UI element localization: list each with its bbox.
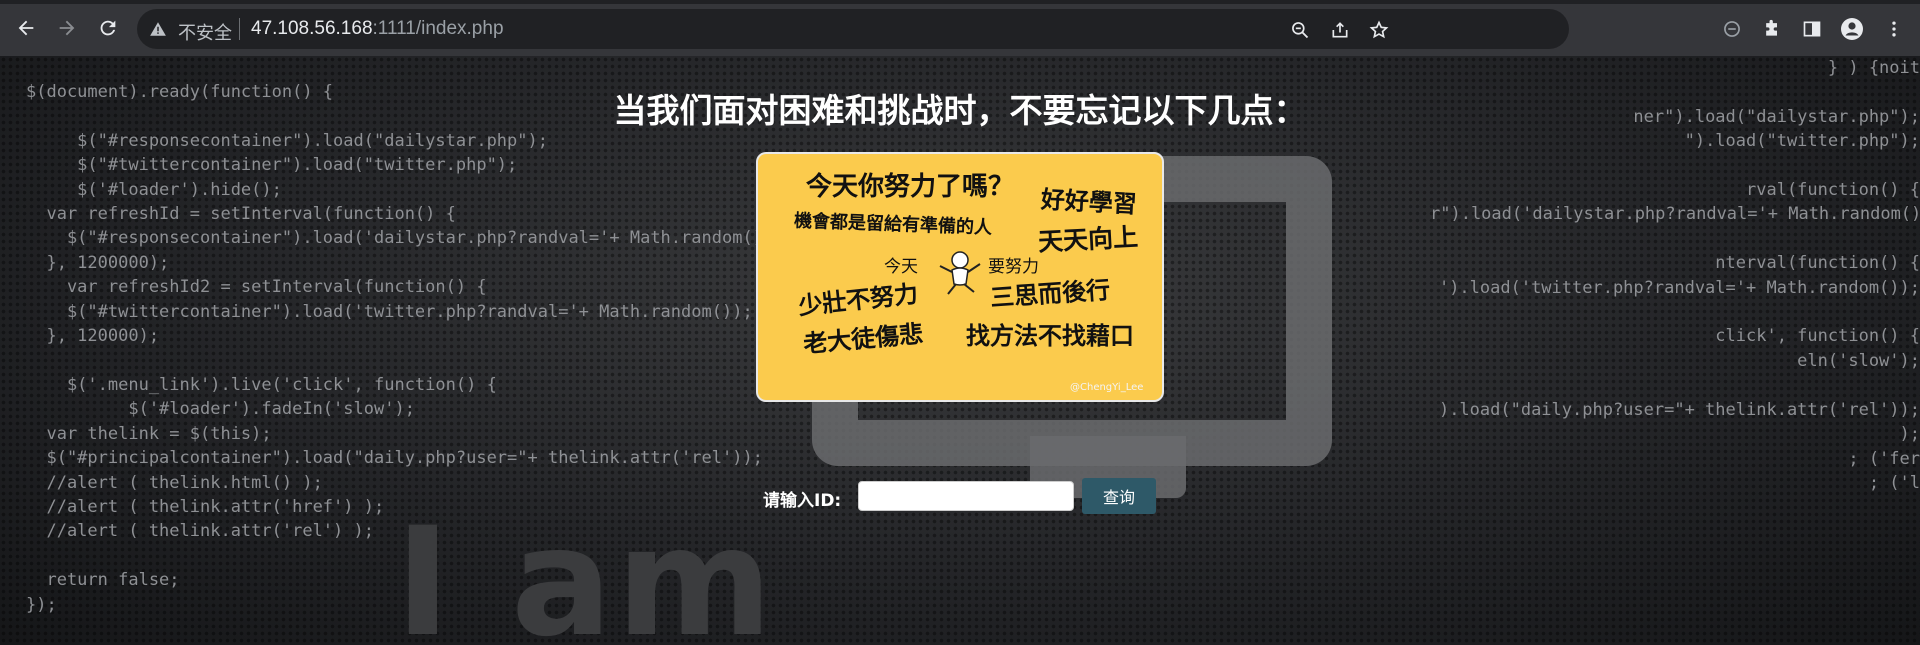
code-line: $("#responsecontainer").load("dailystar.…	[26, 130, 548, 151]
code-line: ; ('l	[1868, 472, 1920, 493]
code-line: var thelink = $(this);	[26, 423, 272, 444]
poster-line: 今天你努力了嗎？	[806, 172, 1015, 202]
browser-toolbar: 不安全 47.108.56.168:1111/index.php	[0, 0, 1920, 56]
query-button[interactable]: 查询	[1082, 478, 1156, 514]
code-line: $("#twittercontainer").load('twitter.php…	[26, 301, 753, 322]
code-line: ").load("twitter.php");	[1684, 131, 1920, 152]
code-line: $('#loader').fadeIn('slow');	[26, 399, 415, 420]
page-body: $(document).ready(function() { $("#respo…	[0, 56, 1920, 645]
poster-line: 少壯不努力	[797, 279, 920, 321]
poster-watermark: @ChengYi_Lee	[1070, 382, 1144, 393]
side-panel-icon[interactable]	[1800, 17, 1824, 41]
code-line: rval(function() {	[1746, 180, 1920, 201]
warning-triangle-icon[interactable]	[149, 20, 167, 42]
code-line: $('.menu_link').live('click', function()…	[26, 374, 497, 395]
code-line: eln('slow');	[1797, 350, 1920, 371]
code-line: $('#loader').hide();	[26, 179, 282, 200]
zoom-out-icon[interactable]	[1289, 19, 1311, 41]
poster-line: 老大徒傷悲	[802, 319, 925, 359]
page-title: 当我们面对困难和挑战时，不要忘记以下几点：	[613, 91, 1307, 130]
background-iam-text: I am	[395, 496, 777, 645]
url-host: 47.108.56.168	[251, 18, 373, 39]
poster-line: 天天向上	[1037, 222, 1139, 257]
code-line: $("#responsecontainer").load('dailystar.…	[26, 228, 784, 249]
code-line: $("#twittercontainer").load("twitter.php…	[26, 155, 518, 176]
poster-line: 要努力	[988, 257, 1039, 277]
poster-line: 機會都是留給有準備的人	[793, 210, 993, 239]
id-label: 请输入ID:	[763, 491, 842, 511]
star-icon[interactable]	[1368, 19, 1390, 41]
cartoon-figure-icon	[934, 250, 986, 302]
reload-icon[interactable]	[94, 14, 122, 42]
profile-avatar-icon[interactable]	[1840, 17, 1864, 41]
address-bar[interactable]: 不安全 47.108.56.168:1111/index.php	[137, 9, 1569, 49]
code-line: var refreshId2 = setInterval(function() …	[26, 277, 487, 298]
code-line: }, 120000);	[26, 326, 160, 347]
code-line: click', function() {	[1715, 326, 1920, 347]
poster-line: 三思而後行	[989, 275, 1112, 313]
id-input[interactable]	[858, 481, 1074, 511]
code-line: } ) {noit	[1827, 58, 1920, 78]
code-line: ).load("daily.php?user="+ thelink.attr('…	[1438, 399, 1920, 420]
share-icon[interactable]	[1329, 19, 1351, 41]
poster-line: 好好學習	[1040, 185, 1138, 219]
tab-strip	[0, 0, 1920, 4]
back-arrow-icon[interactable]	[12, 14, 40, 42]
code-line: r").load('dailystar.php?randval='+ Math.…	[1430, 204, 1920, 225]
code-line: $("#principalcontainer").load("daily.php…	[26, 448, 763, 469]
url-path: :1111/index.php	[372, 18, 504, 39]
code-line: }, 1200000);	[26, 252, 170, 273]
code-line: var refreshId = setInterval(function() {	[26, 204, 456, 225]
code-line: );	[1899, 424, 1920, 445]
puzzle-icon[interactable]	[1760, 17, 1784, 41]
circle-minus-icon[interactable]	[1720, 17, 1744, 41]
code-line: //alert ( thelink.html() );	[26, 472, 323, 493]
code-line: ').load('twitter.php?randval='+ Math.ran…	[1438, 277, 1920, 298]
motivational-poster: 今天你努力了嗎？ 好好學習 機會都是留給有準備的人 天天向上 今天 要努力 少壯…	[756, 152, 1164, 402]
insecure-label[interactable]: 不安全	[178, 19, 232, 45]
omnibox-separator	[239, 18, 240, 40]
kebab-menu-icon[interactable]	[1882, 17, 1906, 41]
forward-arrow-icon[interactable]	[53, 14, 81, 42]
poster-line: 找方法不找藉口	[966, 322, 1134, 350]
code-line: nterval(function() {	[1715, 253, 1920, 274]
url-text[interactable]: 47.108.56.168:1111/index.php	[251, 18, 504, 40]
code-line: ; ('fer	[1848, 448, 1920, 469]
